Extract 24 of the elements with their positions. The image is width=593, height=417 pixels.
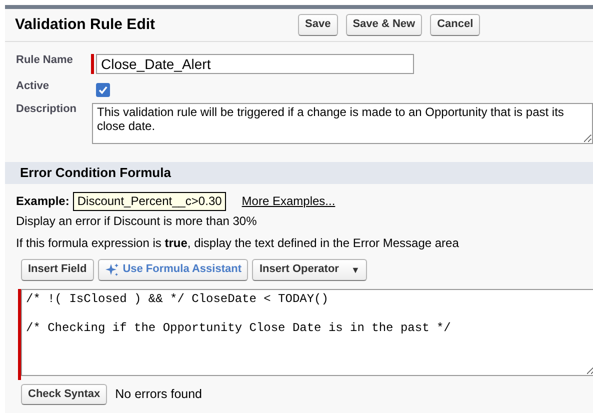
syntax-result: No errors found — [115, 386, 202, 402]
example-formula: Discount_Percent__c>0.30 — [73, 192, 226, 211]
save-button[interactable]: Save — [298, 14, 338, 36]
field-label: Active — [16, 80, 50, 94]
help-text: If this formula expression is true, display the text defined in the Error Message area — [16, 236, 460, 251]
section-header: Error Condition Formula — [5, 162, 593, 184]
more-examples-link[interactable]: More Examples... — [242, 194, 336, 209]
insert-field-button[interactable]: Insert Field — [21, 259, 94, 281]
example-label: Example: — [16, 194, 70, 209]
description-field[interactable]: This validation rule will be triggered if a change is made to an Opportunity that is past its close date. — [92, 103, 593, 144]
formula-assistant-button[interactable]: Use Formula Assistant — [98, 259, 248, 281]
rule-name-field[interactable]: Close_Date_Alert — [96, 54, 414, 74]
check-syntax-button[interactable]: Check Syntax — [21, 384, 108, 406]
formula-editor[interactable]: /* !( IsClosed ) && */ CloseDate < TODAY() /* Checking if the Opportunity Close Date is in the past */ — [21, 289, 593, 376]
page-title: Validation Rule Edit — [15, 16, 156, 34]
sparkle-icon — [104, 263, 119, 277]
help-text: Display an error if Discount is more than 30% — [16, 214, 258, 229]
active-checkbox[interactable] — [96, 83, 110, 97]
field-label: Rule Name — [16, 54, 74, 68]
cancel-button[interactable]: Cancel — [430, 14, 480, 36]
save-new-button[interactable]: Save & New — [346, 14, 422, 36]
field-label: Description — [16, 103, 78, 117]
insert-operator-button[interactable]: Insert Operator ▼ — [252, 259, 367, 281]
caret-icon: ▼ — [350, 264, 360, 276]
